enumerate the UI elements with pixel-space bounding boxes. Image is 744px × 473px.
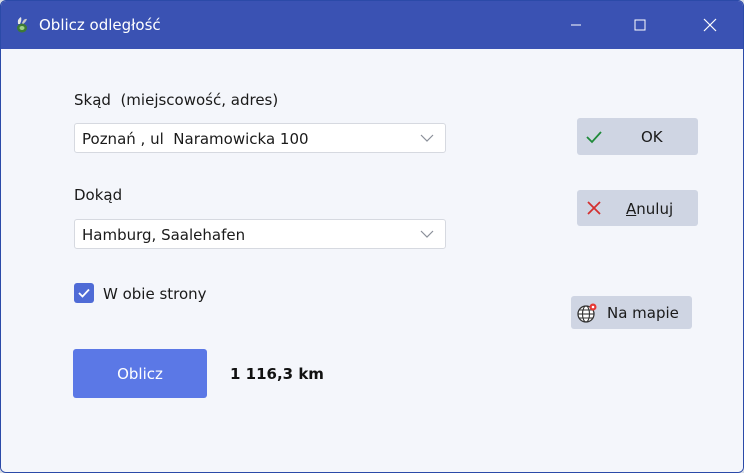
maximize-button[interactable] bbox=[617, 1, 663, 49]
window-title: Oblicz odległość bbox=[39, 16, 161, 34]
distance-result: 1 116,3 km bbox=[230, 365, 324, 383]
check-icon bbox=[586, 131, 602, 144]
close-button[interactable] bbox=[687, 1, 733, 49]
chevron-down-icon[interactable] bbox=[419, 228, 435, 240]
chevron-down-icon[interactable] bbox=[419, 132, 435, 144]
map-label: Na mapie bbox=[607, 304, 679, 322]
from-combobox[interactable]: Poznań , ul Naramowicka 100 bbox=[74, 123, 446, 153]
minimize-icon bbox=[571, 24, 581, 26]
globe-icon bbox=[577, 303, 597, 323]
to-label: Dokąd bbox=[74, 186, 123, 204]
dialog-window: Oblicz odległość Skąd (miejscowość, adre… bbox=[0, 0, 744, 473]
ok-button[interactable]: OK bbox=[577, 118, 698, 155]
cancel-label: Anuluj bbox=[626, 200, 673, 218]
both-ways-checkbox[interactable] bbox=[74, 283, 94, 303]
to-value: Hamburg, Saalehafen bbox=[82, 226, 246, 244]
both-ways-label[interactable]: W obie strony bbox=[103, 285, 207, 303]
cancel-accelerator: A bbox=[626, 200, 637, 218]
map-button[interactable]: Na mapie bbox=[571, 296, 692, 329]
cancel-label-rest: nuluj bbox=[636, 200, 674, 218]
to-combobox[interactable]: Hamburg, Saalehafen bbox=[74, 219, 446, 249]
ok-label: OK bbox=[641, 128, 663, 146]
calculate-button[interactable]: Oblicz bbox=[73, 349, 207, 398]
title-bar[interactable]: Oblicz odległość bbox=[1, 1, 743, 49]
dialog-content: Skąd (miejscowość, adres) Poznań , ul Na… bbox=[1, 49, 743, 472]
cancel-button[interactable]: Anuluj bbox=[577, 190, 698, 226]
close-icon bbox=[703, 18, 717, 32]
x-icon bbox=[587, 201, 601, 215]
calculate-label: Oblicz bbox=[117, 365, 163, 383]
from-value: Poznań , ul Naramowicka 100 bbox=[82, 130, 309, 148]
checkmark-icon bbox=[78, 288, 90, 298]
app-icon bbox=[13, 15, 31, 33]
minimize-button[interactable] bbox=[553, 1, 599, 49]
from-label: Skąd (miejscowość, adres) bbox=[74, 91, 279, 109]
maximize-icon bbox=[634, 19, 646, 31]
